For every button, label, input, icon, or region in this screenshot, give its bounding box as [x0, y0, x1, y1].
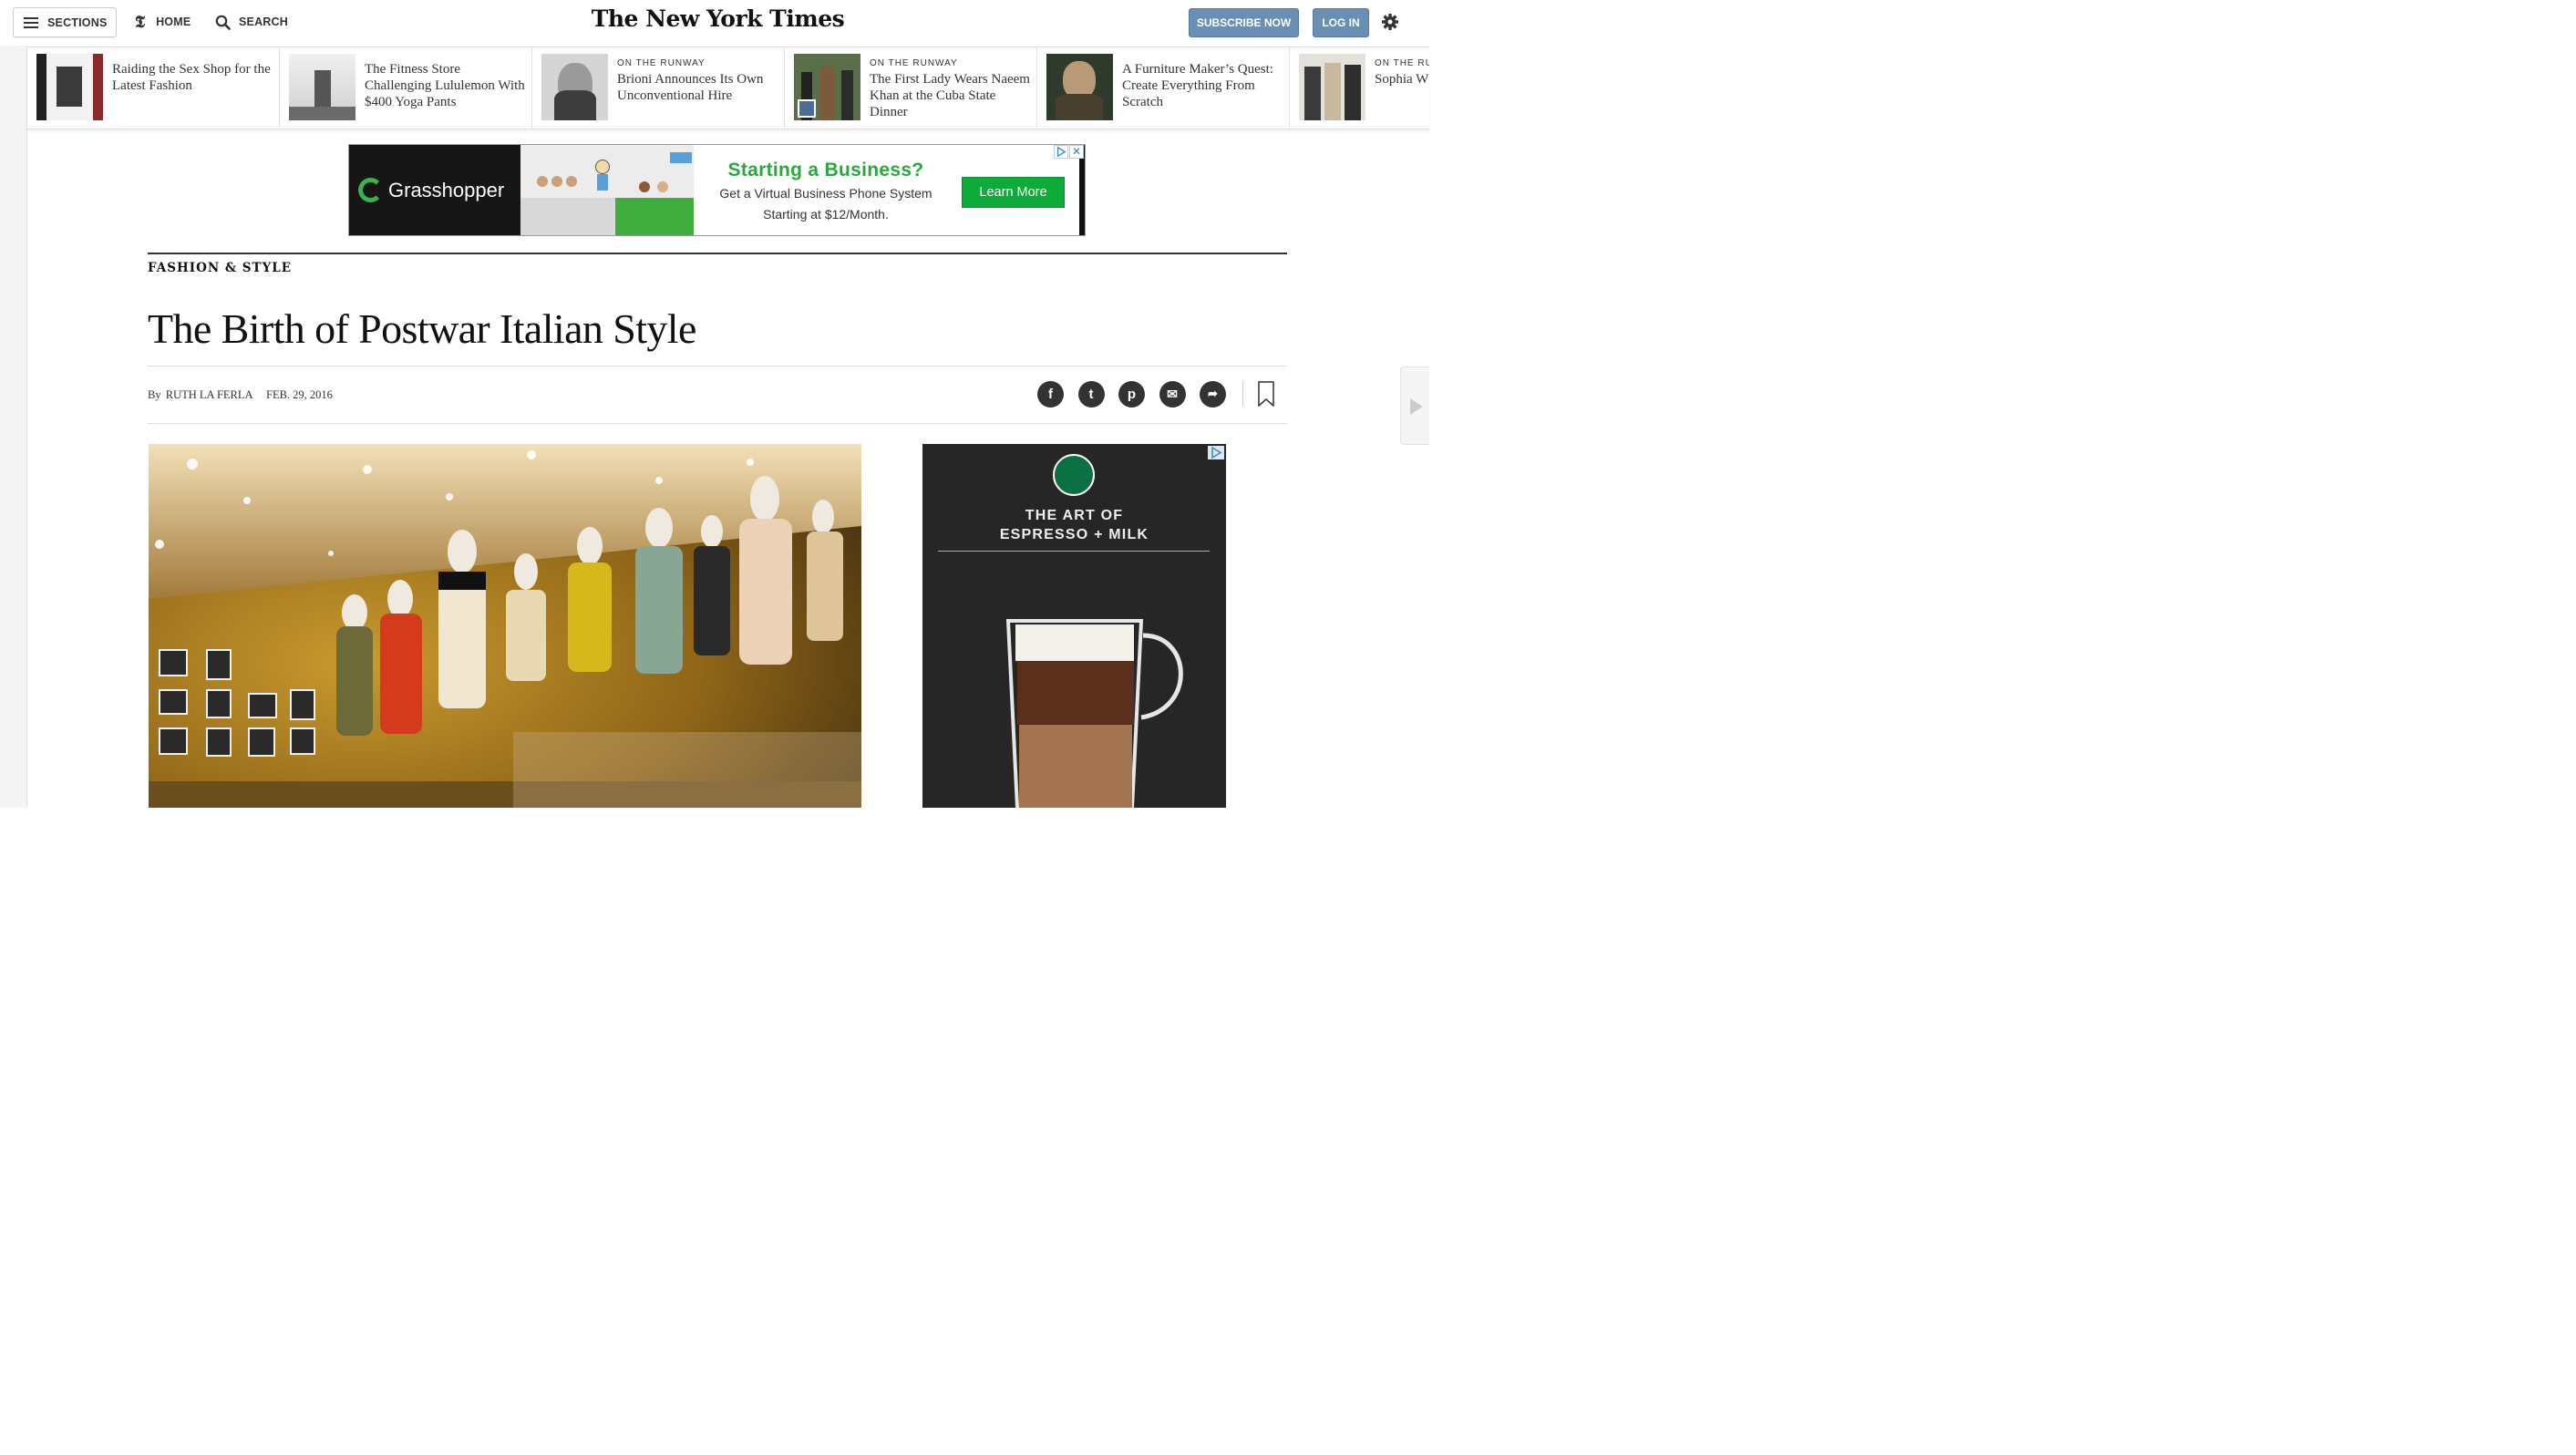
ribbon-thumbnail: [1299, 54, 1365, 120]
ad-headline: Starting a Business?: [727, 160, 924, 181]
ad-subtext-1: Get a Virtual Business Phone System: [719, 186, 933, 201]
espresso-cup-illustration: [1005, 619, 1183, 808]
side-ad-line-1: THE ART OF: [1025, 508, 1124, 523]
more-share-icon[interactable]: ➦: [1200, 380, 1226, 408]
ad-subtext-2: Starting at $12/Month.: [763, 207, 889, 222]
ribbon-thumbnail: [36, 54, 103, 120]
ribbon-kicker: ON THE RUN: [1375, 58, 1429, 68]
share-separator: [1242, 381, 1243, 407]
ribbon-kicker: ON THE RUNWAY: [617, 58, 706, 68]
ribbon-thumbnail: [289, 54, 355, 120]
chevron-right-icon: [1410, 398, 1423, 415]
ribbon-headline: Raiding the Sex Shop for the Latest Fash…: [112, 62, 271, 93]
subscribe-button[interactable]: SUBSCRIBE NOW: [1189, 8, 1299, 37]
lead-photo[interactable]: [149, 444, 861, 808]
ribbon-headline: The Fitness Store Challenging Lululemon …: [365, 62, 525, 109]
ribbon-item[interactable]: ON THE RUNWAY The First Lady Wears Naeem…: [785, 47, 1037, 129]
side-ad[interactable]: THE ART OF ESPRESSO + MILK: [922, 444, 1226, 808]
ribbon-item[interactable]: A Furniture Maker’s Quest: Create Everyt…: [1037, 47, 1290, 129]
meta-divider: [148, 423, 1287, 424]
learn-more-button[interactable]: Learn More: [962, 177, 1065, 208]
pinterest-share-icon[interactable]: p: [1118, 380, 1145, 408]
ribbon-thumbnail: [794, 54, 860, 120]
left-rail: [0, 0, 27, 808]
close-icon[interactable]: ✕: [1069, 145, 1084, 159]
gear-icon[interactable]: [1381, 13, 1399, 31]
byline-prefix: By: [148, 388, 161, 401]
ribbon-item[interactable]: The Fitness Store Challenging Lululemon …: [280, 47, 532, 129]
ribbon-item[interactable]: ON THE RUNWAY Brioni Announces Its Own U…: [532, 47, 785, 129]
nyt-t-icon: 𝕿: [135, 12, 146, 32]
top-banner-ad[interactable]: Grasshopper Starting a Business? Get a V…: [348, 144, 1086, 236]
share-tools: f t p ✉ ➦: [1037, 380, 1274, 408]
next-article-tab[interactable]: [1400, 366, 1429, 445]
facebook-share-icon[interactable]: f: [1037, 380, 1064, 408]
grasshopper-brand: Grasshopper: [388, 178, 505, 201]
ribbon-thumbnail: [1046, 54, 1113, 120]
section-rule: [148, 253, 1287, 254]
grasshopper-mark-icon: [358, 178, 383, 202]
search-icon: [215, 15, 231, 30]
search-button[interactable]: SEARCH: [215, 11, 288, 33]
publish-date: FEB. 29, 2016: [266, 388, 333, 401]
side-ad-line-2: ESPRESSO + MILK: [999, 527, 1149, 542]
starbucks-logo: [1053, 454, 1095, 496]
ribbon-item[interactable]: ON THE RUN Sophia W British Fa: [1290, 47, 1429, 129]
ribbon-kicker: ON THE RUNWAY: [870, 58, 958, 68]
hamburger-icon: [24, 16, 38, 28]
byline: By RUTH LA FERLA FEB. 29, 2016: [148, 388, 333, 402]
ribbon-item[interactable]: Raiding the Sex Shop for the Latest Fash…: [27, 47, 280, 129]
bookmark-icon[interactable]: [1257, 381, 1274, 407]
adchoices-icon[interactable]: [1054, 145, 1068, 159]
side-ad-rule: [938, 551, 1210, 552]
ad-illustration: [520, 145, 694, 235]
adchoices-icon[interactable]: [1208, 446, 1224, 459]
twitter-share-icon[interactable]: t: [1077, 380, 1105, 408]
gallery-icon: [798, 99, 816, 118]
sections-label: SECTIONS: [47, 15, 108, 29]
search-label: SEARCH: [239, 15, 288, 28]
masthead: SECTIONS 𝕿 HOME SEARCH The New York Time…: [0, 0, 1429, 46]
ribbon-headline: Brioni Announces Its Own Unconventional …: [617, 72, 764, 103]
side-ad-headline: THE ART OF ESPRESSO + MILK: [922, 506, 1226, 544]
nyt-logo[interactable]: The New York Times: [583, 5, 852, 32]
ribbon-headline: A Furniture Maker’s Quest: Create Everyt…: [1122, 62, 1273, 109]
email-share-icon[interactable]: ✉: [1159, 380, 1186, 408]
home-button[interactable]: 𝕿 HOME: [135, 11, 191, 33]
sections-button[interactable]: SECTIONS: [13, 7, 117, 37]
mannequin-exhibit-image: [149, 444, 861, 808]
ribbon-thumbnail: [541, 54, 608, 120]
ribbon-headline: The First Lady Wears Naeem Khan at the C…: [870, 72, 1030, 119]
home-label: HOME: [156, 15, 191, 28]
section-label[interactable]: FASHION & STYLE: [148, 261, 292, 275]
login-button[interactable]: LOG IN: [1313, 8, 1369, 37]
story-ribbon: Raiding the Sex Shop for the Latest Fash…: [27, 46, 1429, 129]
grasshopper-logo: Grasshopper: [349, 145, 520, 235]
article-title: The Birth of Postwar Italian Style: [148, 305, 696, 352]
author-link[interactable]: RUTH LA FERLA: [166, 388, 252, 401]
ribbon-headline: Sophia W British Fa: [1375, 72, 1429, 87]
